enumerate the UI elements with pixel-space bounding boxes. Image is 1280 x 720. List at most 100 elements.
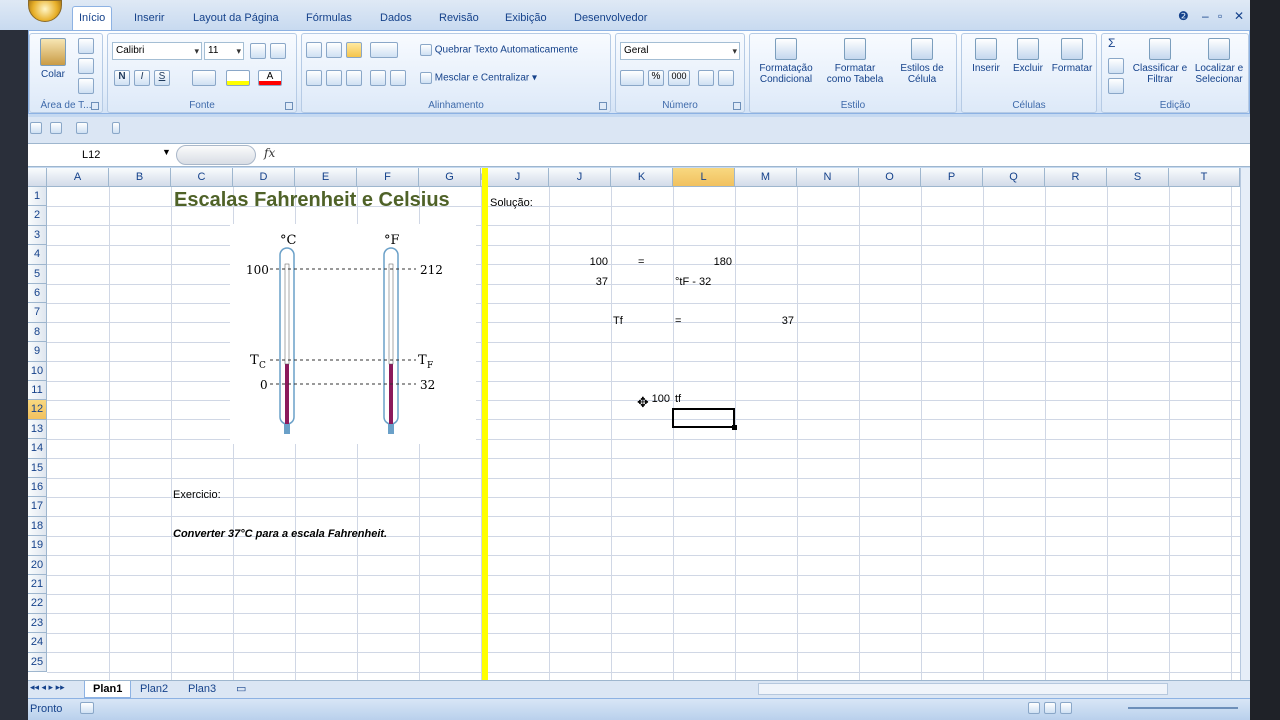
cell-c16[interactable]: Exercicio: xyxy=(173,486,221,505)
increase-indent-icon[interactable] xyxy=(390,70,406,86)
col-header-q[interactable]: Q xyxy=(983,168,1045,187)
number-launcher-icon[interactable] xyxy=(733,102,741,110)
col-header-e[interactable]: E xyxy=(295,168,357,187)
save-icon[interactable] xyxy=(30,122,42,134)
cell-i1[interactable]: Solução: xyxy=(490,194,533,213)
cell-l11[interactable]: tf xyxy=(675,390,681,409)
conditional-formatting-button[interactable]: Formatação Condicional xyxy=(754,38,818,85)
cell-styles-button[interactable]: Estilos de Célula xyxy=(894,38,950,85)
row-header-23[interactable]: 23 xyxy=(28,613,47,634)
clipboard-launcher-icon[interactable] xyxy=(91,102,99,110)
cell-j5[interactable]: 37 xyxy=(549,273,608,292)
autosum-button[interactable]: Σ xyxy=(1108,37,1115,49)
tab-desenvolvedor[interactable]: Desenvolvedor xyxy=(568,9,653,30)
row-header-18[interactable]: 18 xyxy=(28,516,47,537)
tab-inicio[interactable]: Início xyxy=(72,6,113,30)
row-header-6[interactable]: 6 xyxy=(28,284,47,304)
cell-l7[interactable]: = xyxy=(675,312,681,331)
tab-dados[interactable]: Dados xyxy=(374,9,418,30)
close-icon[interactable]: ✕ xyxy=(1234,9,1244,23)
sheet-tab-plan3[interactable]: Plan3 xyxy=(180,681,224,698)
sheet-tab-plan1[interactable]: Plan1 xyxy=(84,681,132,698)
format-cells-button[interactable]: Formatar xyxy=(1050,38,1094,74)
orientation-icon[interactable] xyxy=(370,42,398,58)
fill-color-icon[interactable] xyxy=(226,70,250,86)
cell-l5[interactable]: °tF - 32 xyxy=(675,273,711,292)
sheet-title-cell[interactable]: Escalas Fahrenheit e Celsius xyxy=(174,187,450,213)
tab-inserir[interactable]: Inserir xyxy=(128,9,171,30)
insert-cells-button[interactable]: Inserir xyxy=(966,38,1006,74)
row-header-10[interactable]: 10 xyxy=(28,361,47,381)
insert-sheet-icon[interactable]: ▭ xyxy=(228,681,254,698)
row-header-20[interactable]: 20 xyxy=(28,555,47,575)
col-header-n[interactable]: N xyxy=(797,168,859,187)
col-header-d[interactable]: D xyxy=(233,168,295,187)
sheet-nav-icons[interactable]: ◂◂ ◂ ▸ ▸▸ xyxy=(30,682,65,693)
row-header-11[interactable]: 11 xyxy=(28,381,47,401)
row-header-3[interactable]: 3 xyxy=(28,225,47,246)
col-header-k[interactable]: K xyxy=(611,168,673,187)
sort-filter-button[interactable]: Classificar e Filtrar xyxy=(1132,38,1188,85)
format-painter-icon[interactable] xyxy=(78,78,94,94)
fill-icon[interactable] xyxy=(1108,58,1124,74)
cell-m7[interactable]: 37 xyxy=(735,312,794,331)
normal-view-icon[interactable] xyxy=(1028,702,1040,714)
redo-icon[interactable] xyxy=(76,122,88,134)
align-right-icon[interactable] xyxy=(346,70,362,86)
underline-button[interactable]: S xyxy=(154,70,170,86)
row-header-15[interactable]: 15 xyxy=(28,458,47,478)
active-cell-l12[interactable] xyxy=(672,408,735,428)
row-header-4[interactable]: 4 xyxy=(28,245,47,265)
row-header-13[interactable]: 13 xyxy=(28,419,47,440)
worksheet-grid[interactable]: A B C D E F G H J J K L M N O P Q R S T … xyxy=(28,168,1240,680)
row-header-24[interactable]: 24 xyxy=(28,633,47,653)
vertical-scrollbar[interactable] xyxy=(1240,168,1250,680)
col-header-s[interactable]: S xyxy=(1107,168,1169,187)
clear-icon[interactable] xyxy=(1108,78,1124,94)
col-header-a[interactable]: A xyxy=(47,168,109,187)
percent-button[interactable]: % xyxy=(648,70,664,86)
bold-button[interactable]: N xyxy=(114,70,130,86)
undo-icon[interactable] xyxy=(50,122,62,134)
row-header-22[interactable]: 22 xyxy=(28,594,47,614)
merge-center-button[interactable]: Mesclar e Centralizar ▾ xyxy=(420,72,537,84)
borders-icon[interactable] xyxy=(192,70,216,86)
align-left-icon[interactable] xyxy=(306,70,322,86)
paste-button[interactable]: Colar xyxy=(36,38,70,80)
select-all-corner[interactable] xyxy=(28,168,47,187)
cell-k7[interactable]: Tf xyxy=(613,312,623,331)
col-header-c[interactable]: C xyxy=(171,168,233,187)
sheet-tab-plan2[interactable]: Plan2 xyxy=(132,681,176,698)
restore-icon[interactable]: ▫ xyxy=(1218,9,1222,23)
col-header-r[interactable]: R xyxy=(1045,168,1107,187)
horizontal-scrollbar[interactable] xyxy=(758,683,1168,695)
thermometer-picture[interactable]: °C °F 100 T C 0 212 T F 32 xyxy=(230,224,476,444)
row-header-19[interactable]: 19 xyxy=(28,536,47,556)
alignment-launcher-icon[interactable] xyxy=(599,102,607,110)
format-as-table-button[interactable]: Formatar como Tabela xyxy=(822,38,888,85)
font-color-icon[interactable]: A xyxy=(258,70,282,86)
name-box-dropdown-icon[interactable]: ▼ xyxy=(162,147,171,157)
grow-font-icon[interactable] xyxy=(250,43,266,59)
tab-revisao[interactable]: Revisão xyxy=(433,9,485,30)
font-size-select[interactable]: 11 xyxy=(204,42,244,60)
tab-layout[interactable]: Layout da Página xyxy=(187,9,285,30)
row-header-14[interactable]: 14 xyxy=(28,439,47,459)
font-launcher-icon[interactable] xyxy=(285,102,293,110)
delete-cells-button[interactable]: Excluir xyxy=(1008,38,1048,74)
fill-handle[interactable] xyxy=(732,425,737,430)
cut-icon[interactable] xyxy=(78,38,94,54)
page-layout-view-icon[interactable] xyxy=(1044,702,1056,714)
name-box[interactable]: L12 xyxy=(28,145,176,165)
shrink-font-icon[interactable] xyxy=(270,43,286,59)
help-icon[interactable]: ❷ xyxy=(1178,9,1189,23)
row-header-12[interactable]: 12 xyxy=(28,400,47,420)
italic-button[interactable]: I xyxy=(134,70,150,86)
copy-icon[interactable] xyxy=(78,58,94,74)
font-name-select[interactable]: Calibri xyxy=(112,42,202,60)
col-header-m[interactable]: M xyxy=(735,168,797,187)
row-header-7[interactable]: 7 xyxy=(28,303,47,323)
formula-input[interactable] xyxy=(290,146,1246,164)
cell-k4[interactable]: = xyxy=(638,253,644,272)
decrease-indent-icon[interactable] xyxy=(370,70,386,86)
